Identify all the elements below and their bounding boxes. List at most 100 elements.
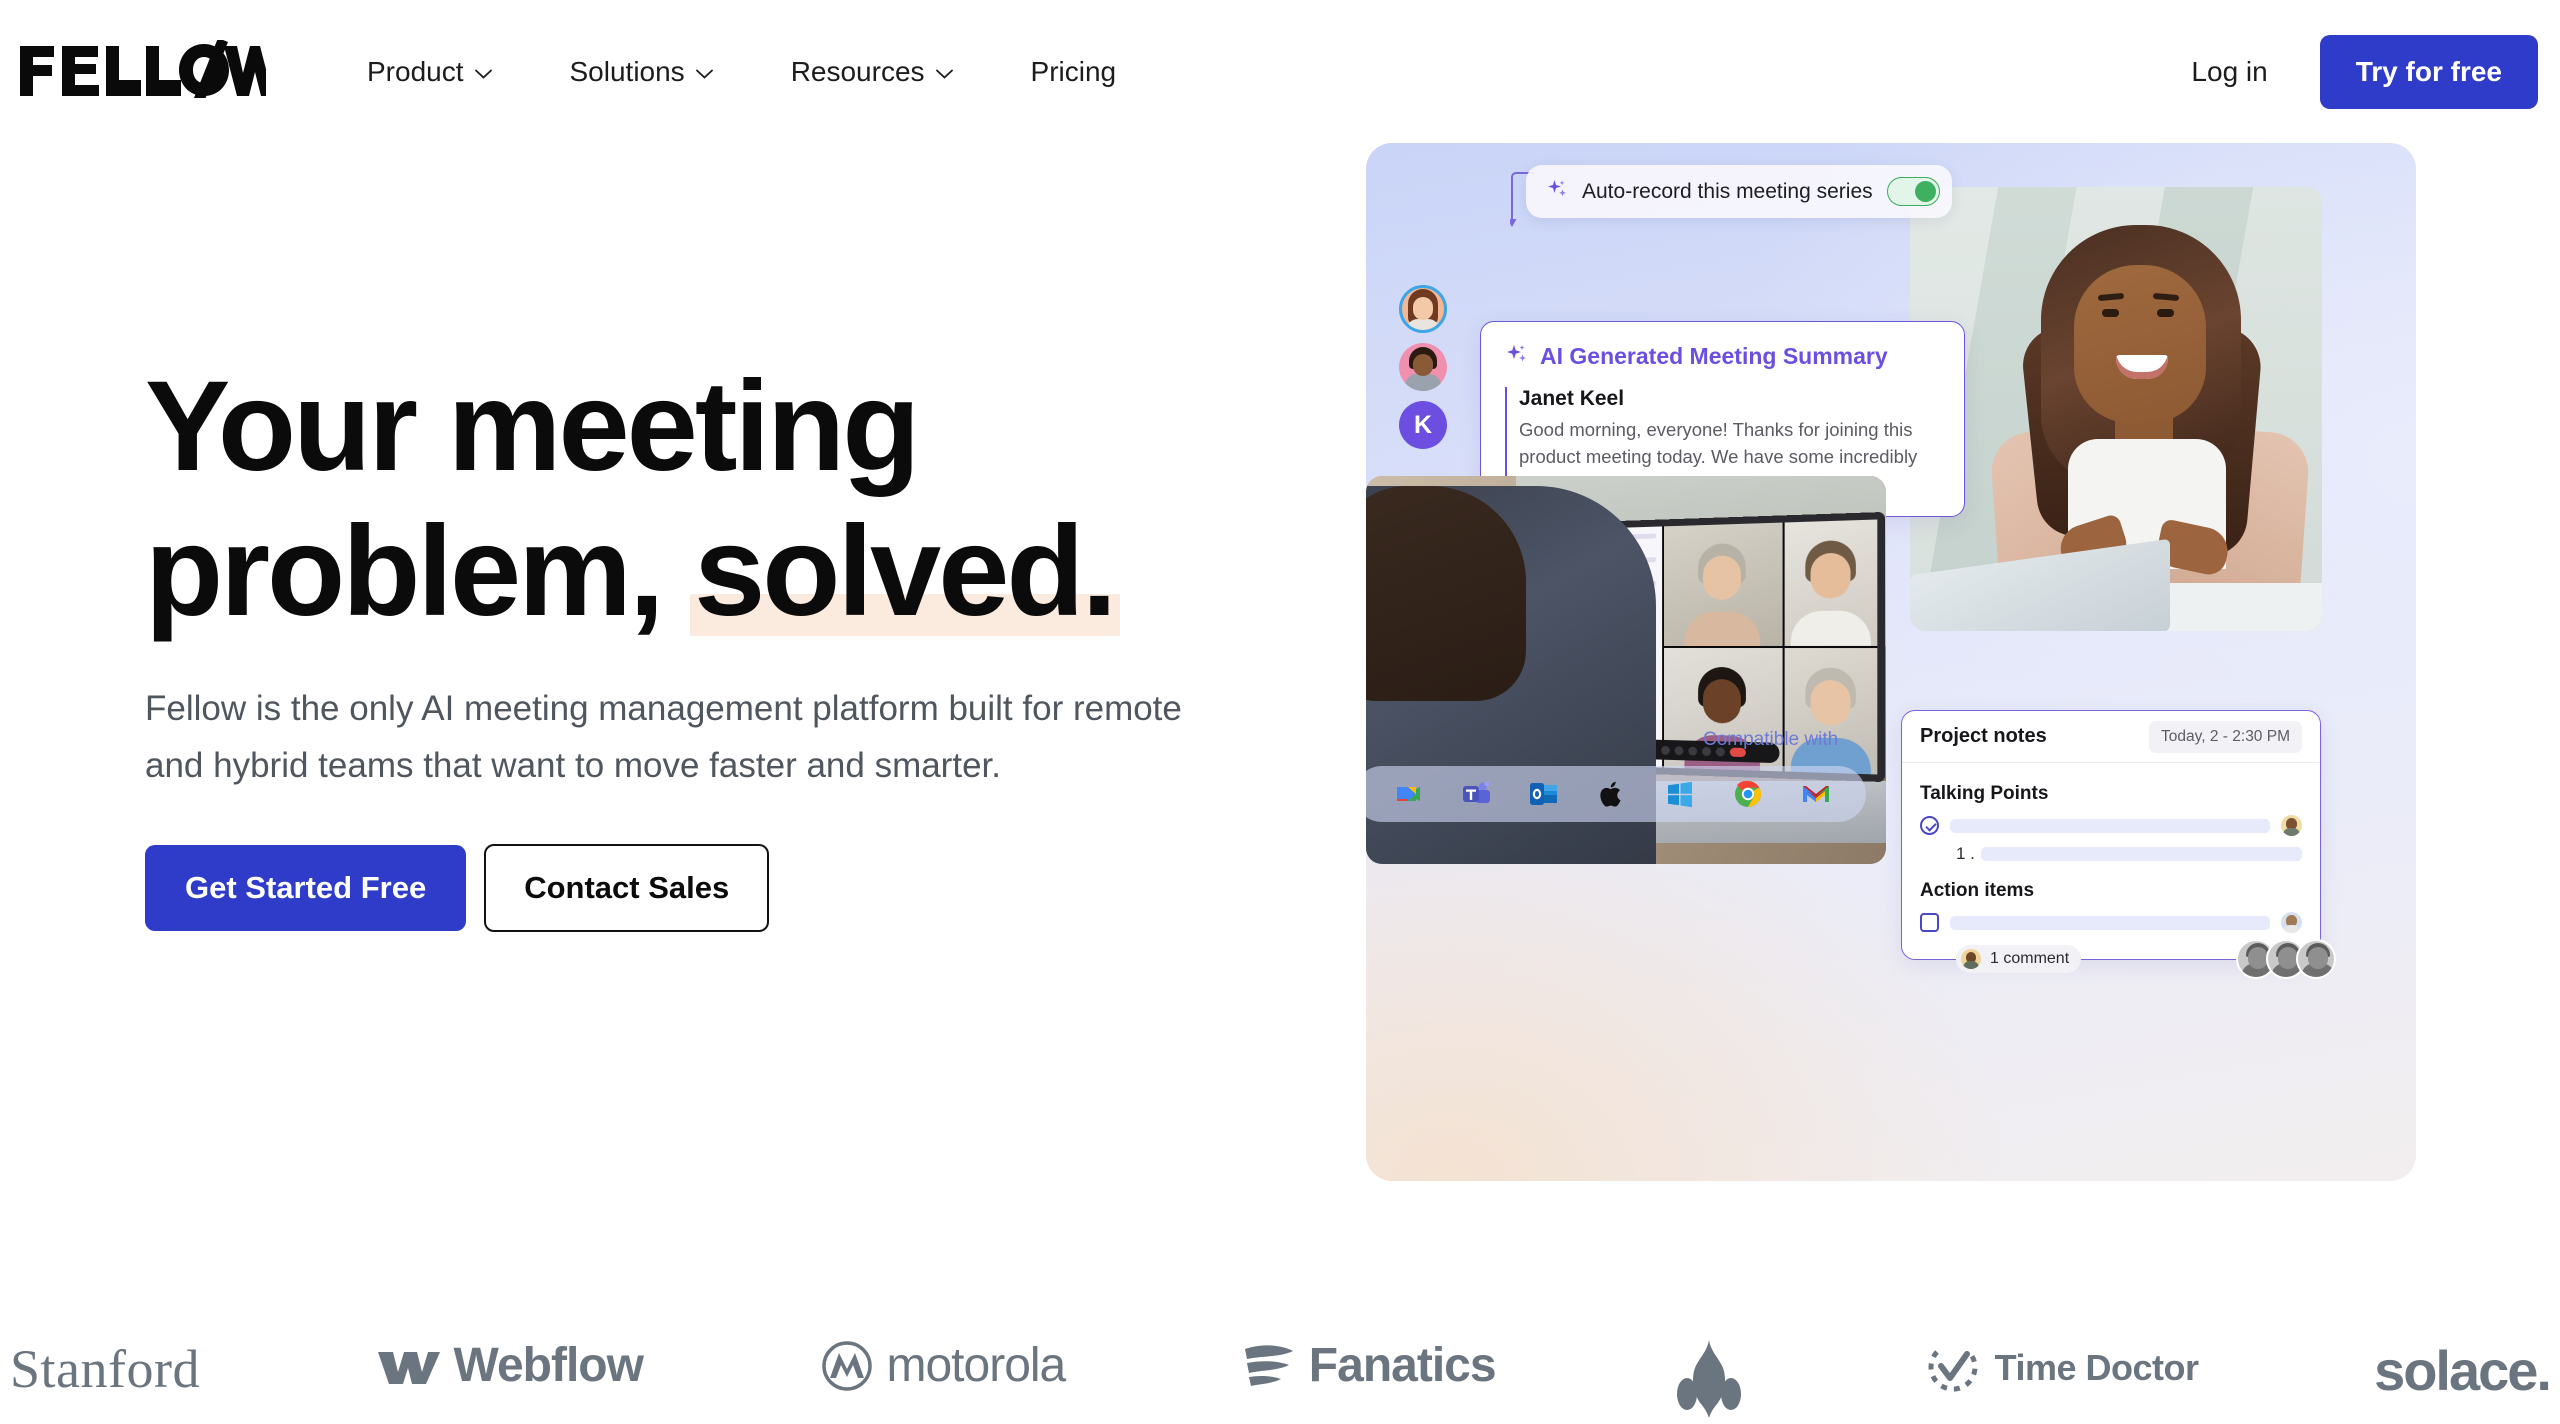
logo-motorola: motorola xyxy=(819,1338,1066,1393)
ai-summary-title: AI Generated Meeting Summary xyxy=(1540,343,1888,369)
photo-detail xyxy=(2102,309,2119,317)
motorola-mark-icon xyxy=(819,1340,875,1391)
project-notes-title: Project notes xyxy=(1920,725,2047,747)
main-nav: Product Solutions Resources Pricing xyxy=(367,0,1116,143)
sparkle-icon xyxy=(1505,342,1529,371)
logo-fanatics: Fanatics xyxy=(1241,1338,1497,1393)
section-title-talking-points: Talking Points xyxy=(1920,783,2049,804)
logo-solace: solace. xyxy=(2374,1338,2552,1403)
avatar[interactable] xyxy=(1399,343,1447,391)
unchecked-checkbox-icon[interactable] xyxy=(1920,913,1939,932)
customer-logo-strip: Stanford Webflow motorola Fanatics Time … xyxy=(0,1338,2560,1424)
photo-woman-on-video-call xyxy=(1910,187,2322,631)
fanatics-mark-icon xyxy=(1241,1341,1297,1391)
chevron-down-icon xyxy=(935,69,953,79)
headline-line-1: Your meeting xyxy=(145,355,920,498)
nav-item-solutions[interactable]: Solutions xyxy=(570,46,713,98)
headline-line-2: problem, solved. xyxy=(145,500,1245,645)
page-title: Your meeting problem, solved. xyxy=(145,355,1245,644)
chrome-icon xyxy=(1732,778,1764,810)
mascot-mark-icon xyxy=(1671,1338,1747,1418)
participant-avatar-stack: K xyxy=(1399,285,1447,459)
google-meet-icon xyxy=(1392,778,1424,810)
nav-item-label: Resources xyxy=(790,55,925,87)
headline-highlight-text: solved. xyxy=(694,499,1117,643)
talking-point-subitem: 1 . xyxy=(1956,844,2302,864)
logo-webflow: Webflow xyxy=(376,1338,644,1393)
login-link[interactable]: Log in xyxy=(2191,56,2267,88)
project-notes-header: Project notes Today, 2 - 2:30 PM xyxy=(1902,711,2320,763)
headline-highlight: solved. xyxy=(690,499,1121,645)
video-tile xyxy=(1663,522,1783,647)
microphone-icon xyxy=(1661,745,1670,755)
chevron-down-icon xyxy=(695,69,713,79)
comment-count-label: 1 comment xyxy=(1990,950,2070,967)
try-for-free-button[interactable]: Try for free xyxy=(2319,34,2538,109)
windows-icon xyxy=(1664,778,1696,810)
webflow-mark-icon xyxy=(376,1344,442,1388)
list-number: 1 . xyxy=(1956,844,1975,863)
time-doctor-mark-icon xyxy=(1923,1338,1983,1398)
chevron-down-icon xyxy=(474,69,492,79)
contact-sales-button[interactable]: Contact Sales xyxy=(484,844,770,933)
header-actions: Log in Try for free xyxy=(2191,0,2538,143)
apple-icon xyxy=(1596,778,1628,810)
sparkle-icon xyxy=(1546,178,1568,205)
video-tile xyxy=(1784,519,1878,646)
get-started-free-button[interactable]: Get Started Free xyxy=(145,845,467,932)
outlook-icon xyxy=(1528,778,1560,810)
logo-text: solace. xyxy=(2374,1339,2552,1402)
auto-record-toggle-pill[interactable]: Auto-record this meeting series xyxy=(1526,165,1952,218)
headline-line-2-pre: problem, xyxy=(145,499,695,643)
project-notes-time-badge: Today, 2 - 2:30 PM xyxy=(2149,720,2302,753)
collaborator-avatar-stack xyxy=(2236,939,2336,979)
talking-point-row[interactable] xyxy=(1920,815,2302,836)
avatar[interactable] xyxy=(2296,939,2336,979)
placeholder-text-bar xyxy=(1950,915,2270,930)
placeholder-text-bar xyxy=(1980,847,2302,861)
nav-item-product[interactable]: Product xyxy=(367,46,492,98)
avatar[interactable] xyxy=(2281,815,2302,836)
nav-item-pricing[interactable]: Pricing xyxy=(1031,46,1117,98)
action-item-row[interactable] xyxy=(1920,912,2302,933)
site-header: Product Solutions Resources Pricing Log … xyxy=(0,0,2560,143)
checked-checkbox-icon[interactable] xyxy=(1920,816,1939,835)
logo-text: motorola xyxy=(886,1339,1067,1392)
fellow-logo[interactable] xyxy=(18,38,268,100)
section-title-action-items: Action items xyxy=(1920,880,2035,901)
photo-detail xyxy=(2074,265,2206,423)
avatar[interactable] xyxy=(2281,912,2302,933)
avatar[interactable]: K xyxy=(1399,401,1447,449)
logo-text: Webflow xyxy=(453,1339,644,1392)
video-tile xyxy=(1784,648,1878,775)
logo-text: Stanford xyxy=(10,1339,200,1399)
placeholder-text-bar xyxy=(1950,818,2270,833)
logo-text: Fanatics xyxy=(1308,1339,1497,1392)
hero-visual-panel: Auto-record this meeting series K AI Gen… xyxy=(1366,143,2416,1181)
microsoft-teams-icon xyxy=(1460,778,1492,810)
auto-record-switch[interactable] xyxy=(1886,177,1940,206)
ai-summary-speaker: Janet Keel xyxy=(1519,387,1625,410)
project-notes-card: Project notes Today, 2 - 2:30 PM Talking… xyxy=(1901,710,2336,979)
comment-count-chip[interactable]: 1 comment xyxy=(1956,945,2082,973)
auto-record-label: Auto-record this meeting series xyxy=(1582,179,1873,203)
gmail-icon xyxy=(1800,778,1832,810)
hero-subheading: Fellow is the only AI meeting management… xyxy=(145,689,1182,786)
ai-summary-header: AI Generated Meeting Summary xyxy=(1505,342,1940,371)
compatible-with-label: Compatible with xyxy=(1703,729,1839,750)
logo-time-doctor: Time Doctor xyxy=(1923,1338,2199,1398)
nav-item-label: Product xyxy=(367,55,464,87)
fellow-logo-mark xyxy=(20,40,266,98)
photo-detail xyxy=(2157,309,2174,317)
nav-item-label: Solutions xyxy=(569,55,685,87)
logo-text: Time Doctor xyxy=(1994,1347,2199,1388)
share-screen-icon xyxy=(1688,746,1698,756)
switch-knob xyxy=(1914,180,1936,202)
nav-item-resources[interactable]: Resources xyxy=(791,46,953,98)
compatible-apps-bar xyxy=(1366,766,1866,822)
logo-stanford: Stanford xyxy=(10,1338,200,1400)
logo-mascot xyxy=(1671,1338,1747,1418)
hero-cta-row: Get Started Free Contact Sales xyxy=(145,844,1245,933)
avatar[interactable] xyxy=(1399,285,1447,333)
nav-item-label: Pricing xyxy=(1030,55,1117,87)
